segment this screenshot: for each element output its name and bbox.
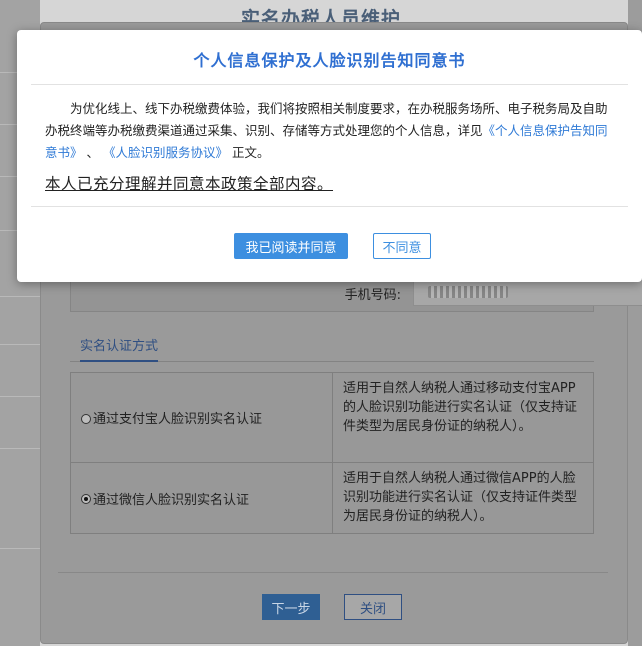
phone-label: 手机号码: [344,288,401,303]
disagree-button[interactable]: 不同意 [373,233,431,259]
auth-option-row[interactable]: 通过支付宝人脸识别实名认证 适用于自然人纳税人通过移动支付宝APP的人脸识别功能… [71,373,593,463]
auth-option-alipay[interactable]: 通过支付宝人脸识别实名认证 [71,373,333,462]
auth-option-description: 适用于自然人纳税人通过移动支付宝APP的人脸识别功能进行实名认证（仅支持证件类型… [343,381,578,434]
modal-title: 个人信息保护及人脸识别告知同意书 [193,51,466,70]
modal-body-text: 为优化线上、线下办税缴费体验，我们将按照相关制度要求，在办税服务场所、电子税务局… [45,98,613,164]
strip-divider [0,548,40,549]
strip-divider [0,296,40,297]
face-recognition-agreement-link[interactable]: 《人脸识别服务协议》 [103,145,228,160]
phone-input[interactable] [413,278,642,306]
consent-statement: 本人已充分理解并同意本政策全部内容。 [45,175,334,193]
auth-method-tabbar: 实名认证方式 [70,330,594,362]
strip-divider [0,448,40,449]
agree-button[interactable]: 我已阅读并同意 [234,233,348,259]
auth-option-wechat[interactable]: 通过微信人脸识别实名认证 [71,463,333,533]
modal-header-divider [31,84,628,85]
next-step-button[interactable]: 下一步 [262,594,320,620]
radio-alipay[interactable] [81,413,91,424]
auth-option-label: 通过微信人脸识别实名认证 [93,492,250,508]
auth-option-description: 适用于自然人纳税人通过微信APP的人脸识别功能进行实名认证（仅支持证件类型为居民… [343,471,578,524]
close-button[interactable]: 关闭 [344,594,402,620]
radio-wechat[interactable] [81,494,91,504]
auth-option-label: 通过支付宝人脸识别实名认证 [93,412,263,427]
tab-auth-method[interactable]: 实名认证方式 [80,335,159,362]
strip-divider [0,396,40,397]
phone-value-blurred [428,286,508,298]
auth-method-table: 通过支付宝人脸识别实名认证 适用于自然人纳税人通过移动支付宝APP的人脸识别功能… [70,372,594,534]
auth-option-row[interactable]: 通过微信人脸识别实名认证 适用于自然人纳税人通过微信APP的人脸识别功能进行实名… [71,463,593,533]
body-suffix: 正文。 [232,145,270,160]
modal-footer-divider [31,206,628,207]
footer-divider [58,572,608,573]
strip-divider [0,344,40,345]
link-separator: 、 [86,145,100,160]
consent-modal: 个人信息保护及人脸识别告知同意书 为优化线上、线下办税缴费体验，我们将按照相关制… [17,30,642,282]
